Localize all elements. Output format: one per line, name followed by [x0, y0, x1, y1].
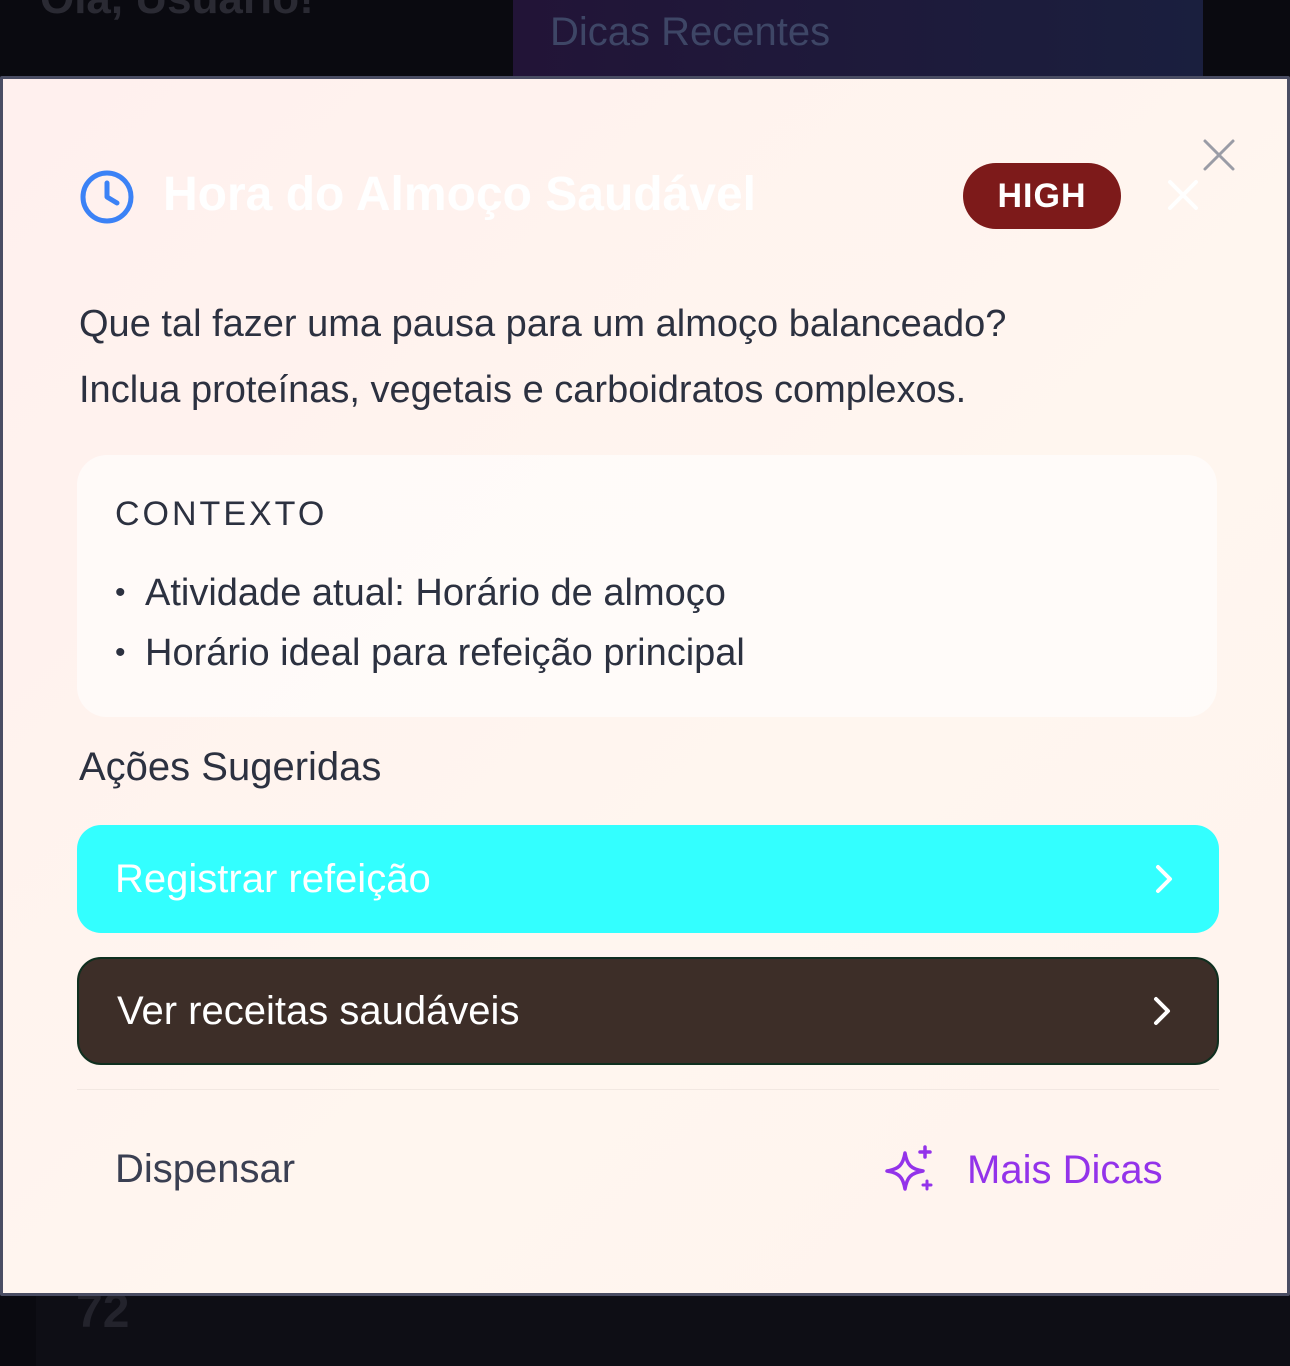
background-greeting: Olá, Usuário!	[40, 0, 314, 24]
more-tips-button[interactable]: Mais Dicas	[883, 1143, 1163, 1197]
dismiss-button[interactable]: Dispensar	[115, 1147, 295, 1192]
context-item-text: Atividade atual: Horário de almoço	[145, 571, 726, 614]
context-item-text: Horário ideal para refeição principal	[145, 631, 745, 674]
sparkle-icon	[885, 1145, 933, 1191]
list-item: • Horário ideal para refeição principal	[115, 623, 745, 683]
context-title: CONTEXTO	[115, 495, 328, 533]
modal-header: Hora do Almoço Saudável HIGH	[77, 163, 1217, 229]
close-icon[interactable]	[1165, 177, 1201, 213]
priority-badge: HIGH	[963, 163, 1121, 229]
more-tips-label: Mais Dicas	[967, 1147, 1163, 1192]
register-meal-button[interactable]: Registrar refeição	[77, 825, 1219, 933]
tip-message-line: Que tal fazer uma pausa para um almoço b…	[79, 303, 1007, 345]
list-item: • Atividade atual: Horário de almoço	[115, 563, 745, 623]
clock-icon	[77, 167, 137, 227]
chevron-right-icon	[1156, 865, 1172, 893]
background-bottom-strip	[36, 1296, 1290, 1366]
actions-title: Ações Sugeridas	[79, 745, 382, 789]
tip-message: Que tal fazer uma pausa para um almoço b…	[79, 291, 1199, 423]
tip-message-line: Inclua proteínas, vegetais e carboidrato…	[79, 369, 967, 411]
chevron-right-icon	[1154, 997, 1170, 1025]
tip-modal: Hora do Almoço Saudável HIGH Que tal faz…	[0, 76, 1290, 1296]
background-tips-title: Dicas Recentes	[550, 10, 831, 54]
context-card: CONTEXTO • Atividade atual: Horário de a…	[77, 455, 1217, 717]
button-label: Ver receitas saudáveis	[117, 988, 520, 1033]
view-recipes-button[interactable]: Ver receitas saudáveis	[77, 957, 1219, 1065]
button-label: Registrar refeição	[115, 856, 431, 901]
tip-title: Hora do Almoço Saudável	[163, 168, 757, 221]
footer-divider	[77, 1089, 1219, 1090]
bullet: •	[115, 576, 126, 609]
bullet: •	[115, 636, 126, 669]
context-list: • Atividade atual: Horário de almoço • H…	[115, 563, 745, 683]
